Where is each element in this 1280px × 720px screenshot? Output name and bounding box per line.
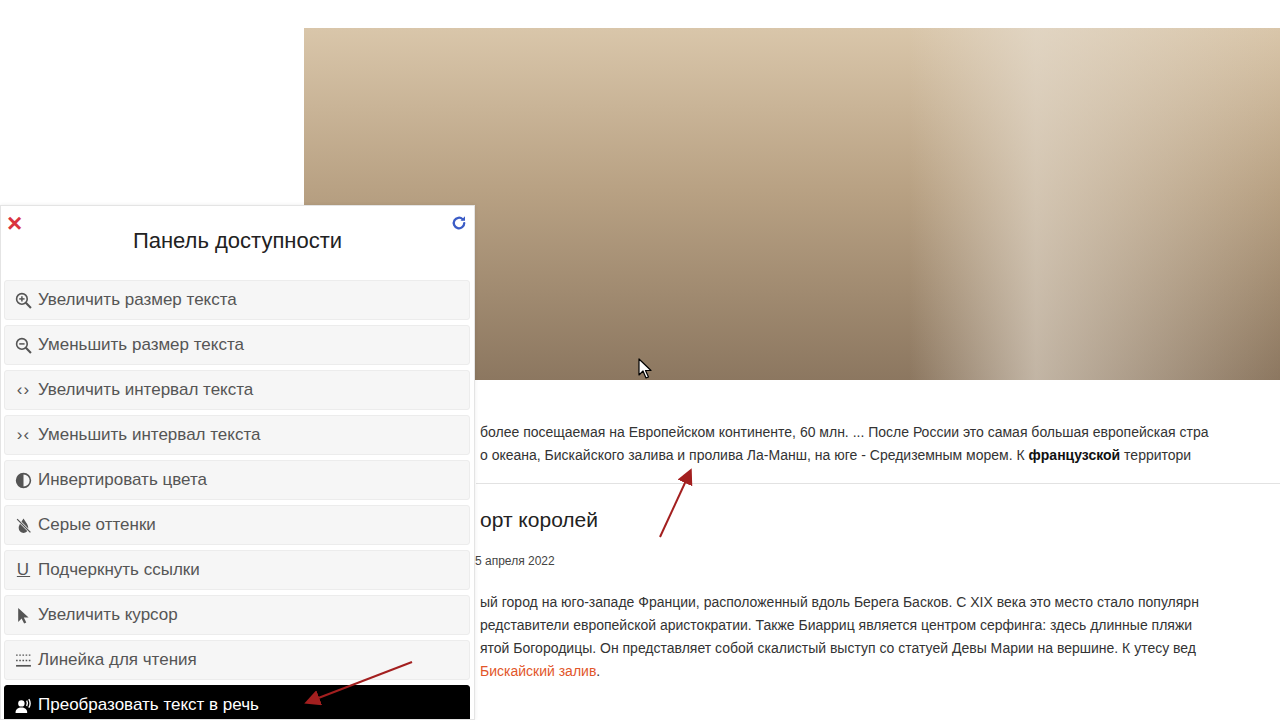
item-label: Преобразовать текст в речь [38, 695, 259, 715]
item-label: Инвертировать цвета [38, 470, 207, 490]
panel-title: Панель доступности [133, 228, 342, 254]
item-label: Линейка для чтения [38, 650, 197, 670]
panel-header: × Панель доступности [1, 206, 474, 276]
item-label: Увеличить размер текста [38, 290, 237, 310]
glyph-icon: U [15, 560, 32, 580]
zoom-in-icon [15, 292, 32, 309]
text: . [596, 663, 600, 679]
intro-text: более посещаемая на Европейском континен… [480, 421, 1280, 467]
cursor-icon [15, 607, 32, 624]
panel-item[interactable]: Линейка для чтения [4, 640, 470, 680]
post-body: ый город на юго-западе Франции, располож… [480, 591, 1280, 683]
item-label: Уменьшить интервал текста [38, 425, 260, 445]
glyph-icon: ‹› [15, 380, 32, 400]
text-line: Бискайский залив. [480, 660, 1280, 683]
text: ый город на юго-западе Франции, располож… [480, 594, 1199, 610]
text-line: ятой Богородицы. Он представляет собой с… [480, 637, 1280, 660]
panel-item[interactable]: Увеличить курсор [4, 595, 470, 635]
item-label: Уменьшить размер текста [38, 335, 244, 355]
bold-text: французской [1029, 447, 1121, 463]
text: территори [1120, 447, 1191, 463]
arrow-icon [660, 472, 690, 537]
panel-item[interactable]: Серые оттенки [4, 505, 470, 545]
contrast-icon [15, 472, 32, 489]
text: более посещаемая на Европейском континен… [480, 424, 1208, 440]
panel-item[interactable]: ›‹ Уменьшить интервал текста [4, 415, 470, 455]
zoom-out-icon [15, 337, 32, 354]
ruler-icon [15, 652, 32, 669]
text-line: более посещаемая на Европейском континен… [480, 421, 1280, 444]
arrow-icon [308, 662, 412, 702]
accessibility-panel: × Панель доступности Увеличить размер те… [0, 205, 475, 720]
link[interactable]: Бискайский залив [480, 663, 596, 679]
panel-item[interactable]: Инвертировать цвета [4, 460, 470, 500]
panel-item[interactable]: Преобразовать текст в речь [4, 685, 470, 720]
panel-item[interactable]: U Подчеркнуть ссылки [4, 550, 470, 590]
text: о океана, Бискайского залива и пролива Л… [480, 447, 1029, 463]
item-label: Серые оттенки [38, 515, 156, 535]
refresh-icon[interactable] [450, 214, 468, 232]
page: более посещаемая на Европейском континен… [0, 0, 1280, 720]
item-label: Увеличить курсор [38, 605, 178, 625]
mouse-cursor-icon [638, 358, 652, 380]
panel-item[interactable]: Уменьшить размер текста [4, 325, 470, 365]
text-line: редставители европейской аристократии. Т… [480, 614, 1280, 637]
post-title[interactable]: орт королей [480, 505, 1280, 535]
text: ятой Богородицы. Он представляет собой с… [480, 640, 1196, 656]
item-label: Подчеркнуть ссылки [38, 560, 200, 580]
text-line: ый город на юго-западе Франции, располож… [480, 591, 1280, 614]
separator [476, 483, 1280, 484]
drop-slash-icon [15, 517, 32, 534]
panel-item[interactable]: ‹› Увеличить интервал текста [4, 370, 470, 410]
speaking-person-icon [15, 697, 32, 714]
annotation-arrows [0, 0, 1280, 720]
text-line: о океана, Бискайского залива и пролива Л… [480, 444, 1280, 467]
glyph-icon: ›‹ [15, 425, 32, 445]
close-button[interactable]: × [7, 208, 22, 238]
post-date: 5 апреля 2022 [475, 552, 1280, 570]
item-label: Увеличить интервал текста [38, 380, 253, 400]
panel-item[interactable]: Увеличить размер текста [4, 280, 470, 320]
panel-items: Увеличить размер текста Уменьшить размер… [1, 276, 474, 720]
text: редставители европейской аристократии. Т… [480, 617, 1192, 633]
